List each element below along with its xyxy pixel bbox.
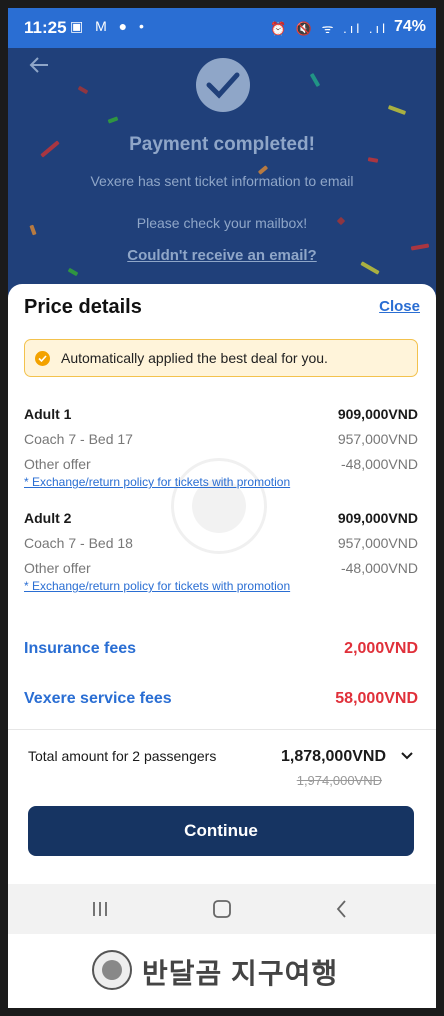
payment-completed-title: Payment completed! (129, 134, 315, 155)
insurance-fee-label[interactable]: Insurance fees (24, 640, 136, 658)
promotion-policy-link[interactable]: * Exchange/return policy for tickets wit… (24, 579, 290, 593)
offer-row: Other offer -48,000VND (24, 456, 418, 476)
battery-level: 74% (393, 18, 426, 35)
service-fee-label[interactable]: Vexere service fees (24, 690, 172, 708)
recent-apps-icon[interactable] (88, 897, 112, 921)
confetti (309, 72, 321, 88)
offer-row: Other offer -48,000VND (24, 560, 418, 580)
back-icon[interactable] (330, 897, 354, 921)
promotion-policy-link[interactable]: * Exchange/return policy for tickets wit… (24, 475, 290, 489)
passenger-name: Adult 1 (24, 406, 72, 422)
watermark-text: 반달곰 지구여행 (142, 958, 339, 989)
passenger-total: 909,000VND (337, 406, 418, 422)
chevron-down-icon[interactable] (400, 748, 414, 767)
back-arrow-icon[interactable] (28, 54, 58, 84)
seat-price: 957,000VND (337, 535, 418, 551)
price-details-title: Price details (24, 296, 142, 318)
notification-icons: ▣ M ● • (70, 18, 148, 34)
status-time: 11:25 (24, 18, 67, 37)
seat-label: Coach 7 - Bed 17 (24, 431, 133, 447)
email-sent-message: Vexere has sent ticket information to em… (90, 173, 354, 189)
passenger-name: Adult 2 (24, 510, 72, 526)
passenger-row: Adult 2 909,000VND (24, 510, 418, 530)
insurance-fee-value: 2,000VND (344, 640, 418, 657)
offer-label: Other offer (24, 560, 91, 576)
confetti (367, 157, 379, 163)
home-icon[interactable] (210, 897, 234, 921)
divider (8, 729, 436, 730)
seat-row: Coach 7 - Bed 17 957,000VND (24, 431, 418, 451)
original-amount: 1,974,000VND (296, 773, 382, 788)
check-badge-icon (35, 351, 50, 366)
seat-label: Coach 7 - Bed 18 (24, 535, 133, 551)
watermark-footer: 반달곰 지구여행 (8, 934, 436, 1008)
close-button[interactable]: Close (379, 298, 420, 315)
offer-value: -48,000VND (340, 560, 418, 576)
no-email-link[interactable]: Couldn't receive an email? (8, 247, 436, 264)
price-details-sheet: Price details Close Automatically applie… (8, 284, 436, 884)
total-amount[interactable]: 1,878,000VND (281, 748, 386, 766)
navigation-bar (8, 884, 436, 934)
system-status-icons: ⏰ 🔇 ᯤ .ıl .ıl (270, 21, 388, 36)
continue-button[interactable]: Continue (28, 806, 414, 856)
status-bar: 11:25 ▣ M ● • ⏰ 🔇 ᯤ .ıl .ıl 74% (8, 8, 436, 48)
offer-value: -48,000VND (340, 456, 418, 472)
passenger-row: Adult 1 909,000VND (24, 406, 418, 426)
service-fee-value: 58,000VND (335, 690, 418, 707)
confetti (77, 85, 89, 95)
confetti (107, 116, 119, 124)
confetti (387, 105, 407, 115)
deal-notice: Automatically applied the best deal for … (24, 339, 418, 377)
passenger-total: 909,000VND (337, 510, 418, 526)
check-mailbox-message: Please check your mailbox! (136, 215, 308, 231)
phone-screen: 11:25 ▣ M ● • ⏰ 🔇 ᯤ .ıl .ıl 74% Payment … (8, 8, 436, 1008)
offer-label: Other offer (24, 456, 91, 472)
total-label: Total amount for 2 passengers (28, 748, 217, 764)
bear-logo-icon (92, 950, 132, 990)
seat-row: Coach 7 - Bed 18 957,000VND (24, 535, 418, 555)
checkmark-icon (196, 58, 250, 112)
service-fee-row: Vexere service fees 58,000VND (24, 690, 418, 712)
confetti (67, 267, 79, 277)
payment-confirmation-backdrop: Payment completed! Vexere has sent ticke… (8, 48, 436, 298)
seat-price: 957,000VND (337, 431, 418, 447)
insurance-fee-row: Insurance fees 2,000VND (24, 640, 418, 662)
deal-notice-text: Automatically applied the best deal for … (61, 350, 328, 366)
